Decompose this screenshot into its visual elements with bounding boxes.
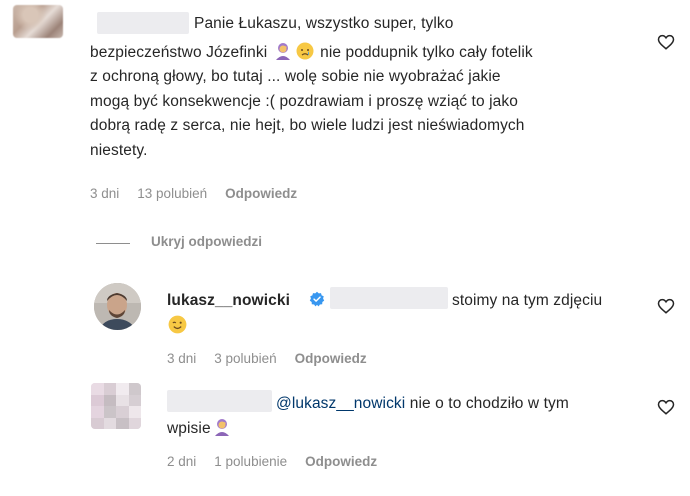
reply-text-line: nie o to chodziło w tym [409, 395, 569, 412]
reply-likes[interactable]: 1 polubienie [214, 454, 287, 469]
redacted-mention[interactable] [330, 287, 448, 309]
reply-meta: 3 dni 3 polubień Odpowiedz [167, 351, 385, 366]
hide-replies-button[interactable]: Ukryj odpowiedzi [151, 234, 262, 249]
verified-badge-icon [309, 291, 325, 312]
comment-text: z ochroną głowy, bo tutaj ... wolę sobie… [90, 65, 501, 88]
reply-meta: 2 dni 1 polubienie Odpowiedz [167, 454, 395, 469]
redacted-username[interactable] [97, 12, 189, 34]
like-heart-icon[interactable] [657, 33, 675, 56]
comment-text: Panie Łukaszu, wszystko super, tylko [194, 12, 453, 35]
comment-text-line: z ochroną głowy, bo tutaj ... wolę sobie… [90, 68, 501, 85]
reply-button[interactable]: Odpowiedz [305, 454, 377, 469]
reply-button[interactable]: Odpowiedz [225, 186, 297, 201]
reply-likes[interactable]: 3 polubień [214, 351, 276, 366]
like-heart-icon[interactable] [657, 297, 675, 320]
like-heart-icon[interactable] [657, 398, 675, 421]
comment-text-line: mogą być konsekwencje :( pozdrawiam i pr… [90, 93, 518, 110]
mention-link[interactable]: @lukasz__nowicki [276, 395, 405, 412]
winking-face-icon [167, 314, 188, 340]
comment-text: bezpieczeństwo Józefinki nie poddupnik t… [90, 41, 533, 64]
comment-likes[interactable]: 13 polubień [137, 186, 207, 201]
hide-replies-divider [96, 243, 130, 244]
comment-text: mogą być konsekwencje :( pozdrawiam i pr… [90, 90, 518, 113]
commenter-avatar[interactable] [13, 5, 63, 38]
person-facepalming-icon [273, 41, 293, 61]
commenter-avatar[interactable] [91, 383, 141, 429]
comment-text-line: bezpieczeństwo Józefinki [90, 44, 268, 61]
reply-button[interactable]: Odpowiedz [295, 351, 367, 366]
comment-text-line: Panie Łukaszu, wszystko super, tylko [194, 15, 454, 32]
crying-face-icon [295, 41, 315, 61]
reply-time[interactable]: 2 dni [167, 454, 196, 469]
reply-text-line: wpisie [167, 420, 211, 437]
comment-text: niestety. [90, 139, 147, 162]
lukasz-avatar[interactable] [94, 283, 141, 330]
comment-text-line: nie poddupnik tylko cały fotelik [320, 44, 533, 61]
reply-text-line: stoimy na tym zdjęciu [452, 292, 603, 309]
reply-text: stoimy na tym zdjęciu [452, 289, 602, 312]
reply-text: @lukasz__nowicki nie o to chodziło w tym [276, 392, 569, 415]
comment-text: dobrą radę z serca, nie hejt, bo wiele l… [90, 114, 525, 137]
reply-username[interactable]: lukasz__nowicki [167, 289, 290, 312]
person-facepalming-icon [212, 417, 232, 437]
comment-text-line: niestety. [90, 142, 148, 159]
reply-time[interactable]: 3 dni [167, 351, 196, 366]
comment-meta: 3 dni 13 polubień Odpowiedz [90, 186, 315, 201]
redacted-username[interactable] [167, 390, 272, 412]
comment-text-line: dobrą radę z serca, nie hejt, bo wiele l… [90, 117, 525, 134]
reply-text: wpisie [167, 417, 233, 440]
comment-time[interactable]: 3 dni [90, 186, 119, 201]
